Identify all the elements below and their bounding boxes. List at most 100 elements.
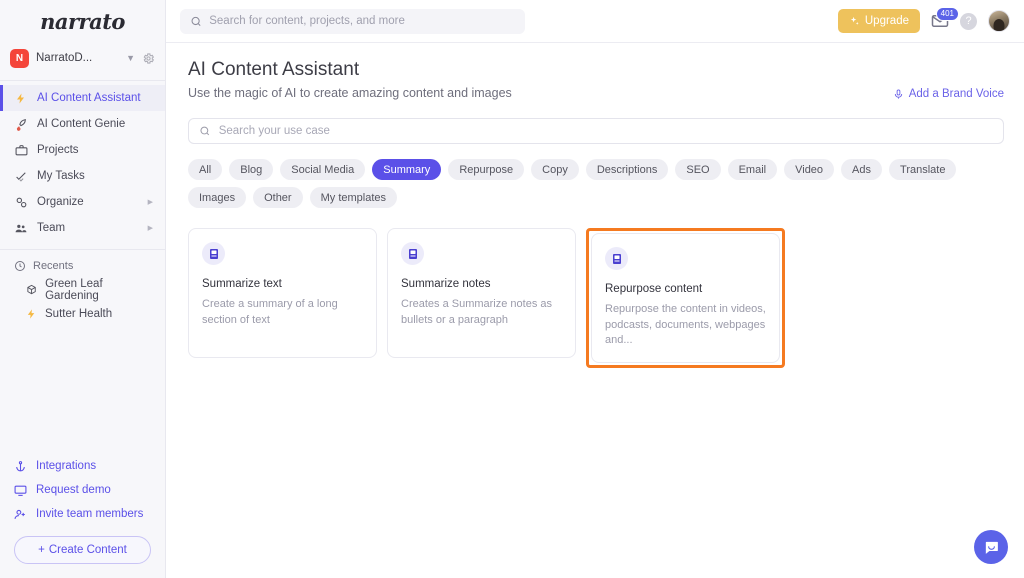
recent-item-label: Sutter Health (45, 308, 113, 320)
gear-icon[interactable] (142, 52, 155, 65)
upgrade-label: Upgrade (864, 15, 909, 27)
book-icon (401, 242, 424, 265)
chat-launcher-button[interactable] (974, 530, 1008, 564)
sidebar-item-organize[interactable]: Organize ▶ (0, 189, 165, 215)
card-summarize-notes[interactable]: Summarize notes Creates a Summarize note… (387, 228, 576, 358)
recents-header: Recents (0, 254, 165, 278)
filter-chip-translate[interactable]: Translate (889, 159, 957, 180)
filter-chip-descriptions[interactable]: Descriptions (585, 159, 669, 180)
create-content-button[interactable]: + Create Content (14, 536, 151, 564)
sidebar-item-my-tasks[interactable]: My Tasks (0, 163, 165, 189)
book-icon (202, 242, 225, 265)
sidebar-item-label: Request demo (36, 484, 111, 496)
page-title: AI Content Assistant (188, 59, 360, 80)
sidebar-item-team[interactable]: Team ▶ (0, 215, 165, 241)
filter-chip-my-templates[interactable]: My templates (309, 187, 398, 208)
filter-chip-email[interactable]: Email (727, 159, 778, 180)
monitor-icon (14, 485, 27, 496)
chevron-right-icon: ▶ (147, 199, 153, 206)
people-icon (14, 221, 28, 235)
logo[interactable]: narrato (0, 0, 165, 42)
sidebar-item-request-demo[interactable]: Request demo (0, 478, 165, 502)
gears-icon (14, 195, 28, 209)
workspace-avatar: N (10, 48, 29, 68)
sidebar-item-ai-content-genie[interactable]: AI Content Genie (0, 111, 165, 137)
sidebar-item-invite-team-members[interactable]: Invite team members (0, 502, 165, 526)
workspace-selector[interactable]: N NarratoD... ▼ (0, 44, 165, 72)
usecase-search[interactable] (188, 118, 1004, 144)
filter-chip-summary[interactable]: Summary (372, 159, 442, 180)
card-description: Create a summary of a long section of te… (202, 298, 338, 326)
cube-icon (27, 284, 36, 295)
clock-icon (15, 261, 25, 271)
lightning-bolt-icon (27, 309, 35, 319)
card-title: Summarize text (202, 278, 282, 290)
sidebar-item-label: AI Content Assistant (37, 92, 141, 104)
sidebar-item-projects[interactable]: Projects (0, 137, 165, 163)
sidebar: narrato N NarratoD... ▼ AI Content Assis… (0, 0, 166, 578)
check-icon (14, 169, 28, 183)
sidebar-item-integrations[interactable]: Integrations (0, 454, 165, 478)
app-root: narrato N NarratoD... ▼ AI Content Assis… (0, 0, 1024, 578)
card-repurpose-content[interactable]: Repurpose content Repurpose the content … (591, 233, 780, 363)
add-brand-voice-link[interactable]: Add a Brand Voice (893, 88, 1004, 100)
filter-chip-other[interactable]: Other (253, 187, 303, 208)
add-brand-voice-label: Add a Brand Voice (908, 88, 1004, 100)
filter-chip-blog[interactable]: Blog (229, 159, 274, 180)
filter-chip-ads[interactable]: Ads (841, 159, 883, 180)
card-title: Repurpose content (605, 283, 703, 295)
card-summarize-text[interactable]: Summarize text Create a summary of a lon… (188, 228, 377, 358)
messages-button[interactable]: 401 (931, 7, 959, 30)
usecase-search-input[interactable] (218, 125, 993, 137)
card-description: Repurpose the content in videos, podcast… (605, 303, 766, 347)
create-content-label: Create Content (48, 544, 127, 556)
rocket-icon (14, 117, 28, 131)
filter-chip-images[interactable]: Images (188, 187, 247, 208)
upgrade-button[interactable]: Upgrade (837, 9, 920, 33)
briefcase-icon (14, 143, 28, 157)
recent-item-sutter-health[interactable]: Sutter Health (0, 302, 165, 326)
main-scroll-region: AI Content Assistant Use the magic of AI… (166, 43, 1024, 578)
page-content: AI Content Assistant Use the magic of AI… (166, 43, 1024, 368)
sparkle-icon (850, 16, 859, 25)
filter-chip-all[interactable]: All (188, 159, 223, 180)
filter-chip-seo[interactable]: SEO (675, 159, 721, 180)
filter-chip-video[interactable]: Video (784, 159, 835, 180)
recent-item-green-leaf-gardening[interactable]: Green Leaf Gardening (0, 278, 165, 302)
microphone-icon (894, 88, 902, 99)
card-title: Summarize notes (401, 278, 491, 290)
search-icon (200, 126, 210, 136)
anchor-icon (16, 460, 25, 471)
sidebar-item-label: Invite team members (36, 508, 144, 520)
highlight-wrapper: Repurpose content Repurpose the content … (586, 228, 785, 368)
search-input[interactable] (209, 15, 515, 27)
top-bar: Upgrade 401 ? (166, 0, 1024, 43)
avatar[interactable] (988, 10, 1010, 32)
filter-chip-copy[interactable]: Copy (531, 159, 579, 180)
help-icon[interactable]: ? (960, 12, 977, 30)
sidebar-item-label: Projects (37, 144, 79, 156)
logo-text: narrato (40, 8, 125, 34)
sidebar-nav: AI Content Assistant AI Content Genie Pr… (0, 85, 165, 241)
sidebar-bottom: Integrations Request demo Invite team me… (0, 454, 165, 578)
message-count-badge: 401 (935, 7, 959, 21)
chevron-down-icon[interactable]: ▼ (126, 53, 135, 63)
filter-chip-social-media[interactable]: Social Media (280, 159, 366, 180)
filter-chip-repurpose[interactable]: Repurpose (448, 159, 525, 180)
main-area: Upgrade 401 ? AI Content Assistant Use t… (166, 0, 1024, 578)
chat-bubble-icon (985, 541, 998, 554)
sidebar-item-label: Integrations (36, 460, 97, 472)
subtitle-row: Use the magic of AI to create amazing co… (188, 86, 1004, 100)
sidebar-divider-recents (0, 249, 165, 250)
sidebar-item-ai-content-assistant[interactable]: AI Content Assistant (0, 85, 165, 111)
sidebar-divider-top (0, 80, 165, 81)
page-subtitle: Use the magic of AI to create amazing co… (188, 86, 512, 100)
sidebar-item-label: AI Content Genie (37, 118, 126, 130)
workspace-name: NarratoD... (36, 52, 93, 64)
use-case-cards: Summarize text Create a summary of a lon… (188, 228, 1004, 368)
chevron-right-icon: ▶ (147, 225, 153, 232)
sidebar-item-label: Team (37, 222, 66, 234)
global-search[interactable] (180, 8, 525, 34)
plus-icon: + (38, 544, 45, 556)
book-icon (605, 247, 628, 270)
